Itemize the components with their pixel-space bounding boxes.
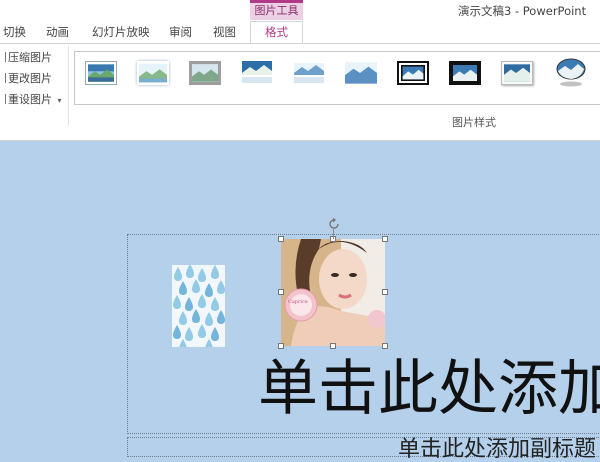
tab-view[interactable]: 视图 [213, 22, 236, 43]
reflected-icon[interactable] [241, 61, 273, 85]
change-label: 更改图片 [8, 72, 52, 85]
reset-picture-button[interactable]: 重设图片 ▾ [0, 92, 62, 109]
tab-transitions[interactable]: 切换 [3, 22, 26, 43]
title-placeholder-text[interactable]: 单击此处添加 [258, 354, 600, 424]
change-picture-icon [0, 73, 6, 83]
droplet-pattern-image[interactable] [172, 265, 225, 347]
badge-text: Caprice [288, 299, 308, 305]
resize-handle-bottom-right[interactable] [382, 343, 388, 349]
tab-strip-divider [0, 43, 600, 44]
rotate-icon[interactable] [327, 216, 341, 230]
reset-picture-icon [0, 94, 6, 104]
oval-reflected-icon[interactable] [555, 58, 587, 88]
black-frame-icon[interactable] [449, 61, 481, 85]
thick-matte-icon[interactable] [189, 61, 221, 85]
reset-label: 重设图片 [8, 93, 52, 106]
window-title: 演示文稿3 - PowerPoint [458, 4, 587, 18]
change-picture-button[interactable]: 更改图片 [0, 71, 52, 87]
bevel-rect-icon[interactable] [345, 61, 377, 85]
picture-styles-gallery[interactable] [74, 51, 600, 105]
resize-handle-right[interactable] [382, 289, 388, 295]
soft-edge-icon[interactable] [137, 61, 169, 85]
resize-handle-top-left[interactable] [278, 236, 284, 242]
resize-handle-left[interactable] [278, 289, 284, 295]
picture-styles-group-label: 图片样式 [452, 116, 496, 129]
tab-slideshow[interactable]: 幻灯片放映 [92, 22, 150, 43]
double-frame-icon[interactable] [397, 61, 429, 85]
tab-review[interactable]: 审阅 [169, 22, 192, 43]
woman-cosmetics-photo[interactable]: Caprice [281, 239, 385, 346]
subtitle-placeholder-text[interactable]: 单击此处添加副标题 [398, 438, 596, 462]
resize-handle-top-right[interactable] [382, 236, 388, 242]
dropdown-arrow-icon[interactable]: ▾ [58, 96, 62, 105]
soft-reflected-icon[interactable] [293, 61, 325, 85]
picture-tools-group-label: 图片工具 [250, 0, 303, 20]
resize-handle-bottom-left[interactable] [278, 343, 284, 349]
tab-format[interactable]: 格式 [250, 21, 303, 44]
compress-icon [0, 52, 6, 62]
compress-pictures-button[interactable]: 压缩图片 [0, 50, 52, 66]
group-separator [68, 46, 69, 126]
beveled-matte-icon[interactable] [501, 61, 533, 85]
compress-label: 压缩图片 [8, 51, 52, 64]
resize-handle-bottom[interactable] [330, 343, 336, 349]
tab-animations[interactable]: 动画 [46, 22, 69, 43]
simple-frame-icon[interactable] [85, 61, 117, 85]
